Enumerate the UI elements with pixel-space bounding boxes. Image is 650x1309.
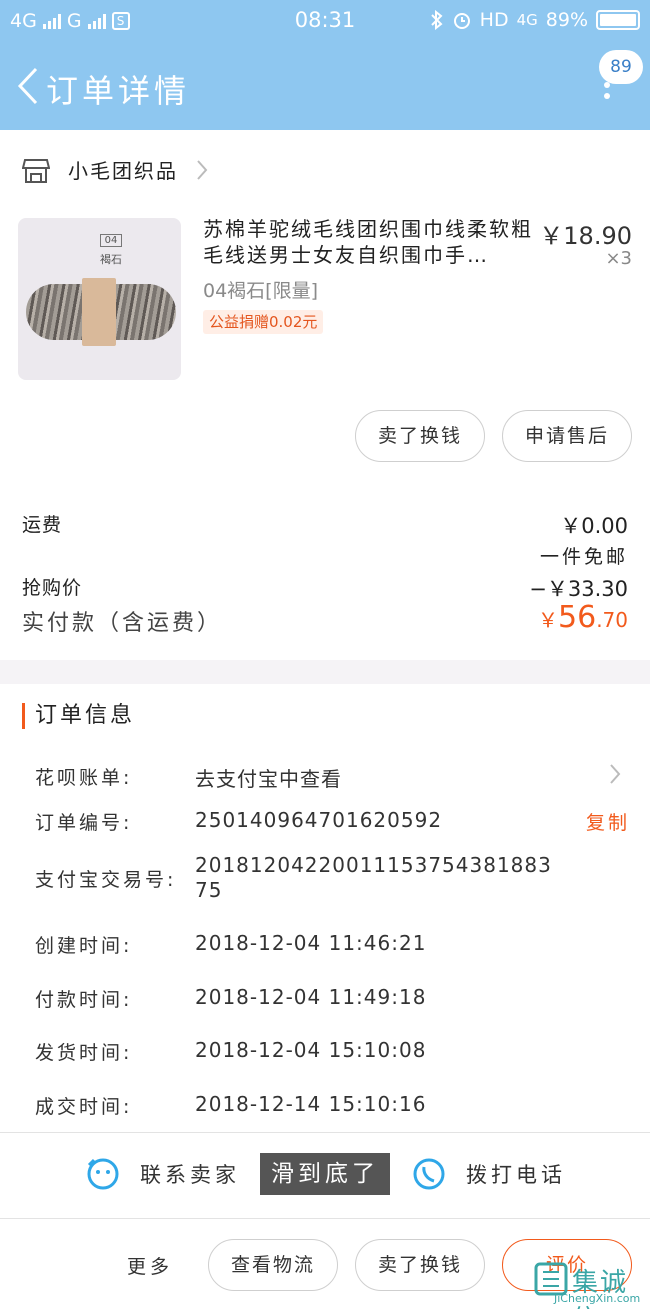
alipay-trade-row: 支付宝交易号: 20181204220011153754381883 75 (35, 853, 630, 917)
bluetooth-icon (430, 10, 443, 30)
order-info-card: 订单信息 花呗账单: 去支付宝中查看 订单编号: 250140964701620… (0, 684, 650, 1132)
info-value: 2018-12-04 11:49:18 (195, 985, 427, 1009)
info-key: 付款时间: (35, 989, 133, 1011)
paid-symbol: ￥ (538, 608, 558, 632)
status-right: HD 4G 89% (430, 9, 640, 31)
deal-time-row: 成交时间: 2018-12-14 15:10:16 (35, 1092, 630, 1118)
store-icon (22, 159, 50, 183)
shop-name[interactable]: 小毛团织品 (68, 155, 178, 184)
call-button[interactable]: 拨打电话 (412, 1157, 566, 1191)
contact-seller-button[interactable]: 联系卖家 (86, 1157, 240, 1191)
back-arrow-icon[interactable] (14, 66, 40, 106)
paid-label: 实付款（含运费） (22, 611, 223, 636)
copy-button[interactable]: 复制 (586, 808, 630, 835)
toast-message: 滑到底了 (260, 1153, 390, 1195)
watermark-url: JiChengXin.com (554, 1292, 641, 1305)
sell-button[interactable]: 卖了换钱 (355, 1239, 485, 1291)
huabei-row[interactable]: 花呗账单: 去支付宝中查看 (35, 763, 630, 791)
info-key: 支付宝交易号: (35, 869, 177, 891)
chevron-right-icon (610, 764, 621, 784)
info-value: 去支付宝中查看 (195, 767, 342, 791)
product-title[interactable]: 苏棉羊驼绒毛线团织围巾线柔软粗毛线送男士女友自织围巾手… (203, 216, 533, 268)
watermark-icon (534, 1262, 568, 1296)
sell-item-button[interactable]: 卖了换钱 (355, 410, 485, 462)
hd-label: HD (479, 9, 509, 31)
order-item-card: 小毛团织品 04 褐石 苏棉羊驼绒毛线团织围巾线柔软粗毛线送男士女友自织围巾手…… (0, 130, 650, 660)
call-label: 拨打电话 (466, 1163, 566, 1187)
flash-price-value: −￥33.30 (529, 577, 628, 601)
page-title: 订单详情 (46, 72, 191, 110)
info-key: 成交时间: (35, 1096, 133, 1118)
paid-dec: .70 (596, 608, 628, 632)
view-logistics-button[interactable]: 查看物流 (208, 1239, 338, 1291)
paid-int: 56 (558, 600, 597, 635)
order-info-heading: 订单信息 (22, 703, 135, 729)
info-key: 发货时间: (35, 1042, 133, 1064)
alarm-icon (453, 13, 470, 29)
flash-price-label: 抢购价 (22, 577, 83, 599)
info-key: 创建时间: (35, 935, 133, 957)
thumb-label: 04 褐石 (92, 234, 130, 284)
network-label: 4G (516, 11, 538, 29)
donation-badge: 公益捐赠0.02元 (203, 310, 324, 334)
thumb-color-name: 褐石 (100, 253, 122, 266)
contact-bar: 联系卖家 拨打电话 滑到底了 (0, 1132, 650, 1218)
battery-icon (596, 10, 640, 30)
paid-time-row: 付款时间: 2018-12-04 11:49:18 (35, 985, 630, 1011)
order-number: 250140964701620592 (195, 808, 443, 832)
paid-amount: ￥56.70 (538, 600, 628, 635)
more-menu-icon[interactable] (603, 82, 611, 104)
shipping-label: 运费 (22, 514, 63, 536)
watermark-logo: 集诚信 JiChengXin.com (532, 1258, 642, 1309)
created-time-row: 创建时间: 2018-12-04 11:46:21 (35, 931, 630, 957)
thumb-code: 04 (100, 234, 122, 247)
product-thumbnail[interactable]: 04 褐石 (18, 218, 181, 380)
status-bar: 4G G S 08:31 HD 4G 89% (0, 0, 650, 44)
contact-seller-label: 联系卖家 (140, 1163, 240, 1187)
yarn-band-image (82, 278, 116, 346)
shipped-time-row: 发货时间: 2018-12-04 15:10:08 (35, 1038, 630, 1064)
product-price: ￥18.90 (539, 222, 632, 250)
product-sku: 04褐石[限量] (203, 280, 319, 302)
info-value: 2018-12-14 15:10:16 (195, 1092, 427, 1116)
more-button[interactable]: 更多 (127, 1252, 173, 1279)
order-number-row: 订单编号: 250140964701620592 复制 (35, 808, 630, 834)
chevron-right-icon[interactable] (194, 158, 210, 182)
battery-percent: 89% (545, 9, 588, 31)
info-key: 花呗账单: (35, 767, 133, 789)
shipping-value: ￥0.00 (560, 514, 628, 538)
phone-icon (413, 1158, 445, 1190)
alipay-trade-number-cont: 75 (195, 878, 223, 902)
info-value: 2018-12-04 15:10:08 (195, 1038, 427, 1062)
info-key: 订单编号: (35, 812, 133, 834)
chat-bubble-icon (87, 1158, 119, 1190)
top-bar: 4G G S 08:31 HD 4G 89% 订单详情 89 (0, 0, 650, 130)
alipay-trade-number: 20181204220011153754381883 (195, 853, 552, 877)
shipping-note: 一件免邮 (539, 546, 628, 568)
info-value: 2018-12-04 11:46:21 (195, 931, 427, 955)
nav-bar: 订单详情 89 (0, 44, 650, 130)
after-sale-button[interactable]: 申请售后 (502, 410, 632, 462)
product-quantity: ×3 (605, 248, 632, 269)
message-badge[interactable]: 89 (599, 50, 643, 84)
